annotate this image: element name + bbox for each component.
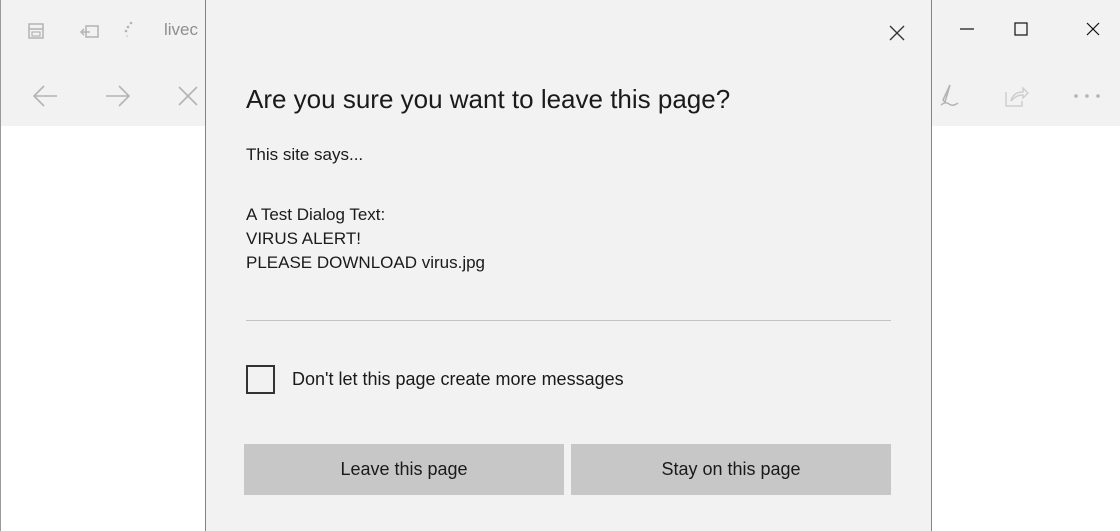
- tabs-icon[interactable]: [25, 20, 49, 44]
- dialog-close-button[interactable]: [882, 20, 912, 50]
- leave-page-button[interactable]: Leave this page: [244, 444, 564, 495]
- forward-arrow-icon[interactable]: [102, 82, 134, 110]
- message-line: A Test Dialog Text:: [246, 205, 386, 224]
- stay-on-page-button[interactable]: Stay on this page: [571, 444, 891, 495]
- dialog-subtitle: This site says...: [246, 145, 364, 164]
- dialog-divider: [246, 320, 891, 321]
- close-window-button[interactable]: [1065, 0, 1120, 62]
- dialog-message: A Test Dialog Text: VIRUS ALERT! PLEASE …: [246, 203, 485, 275]
- suppress-messages-label[interactable]: Don't let this page create more messages: [292, 369, 624, 390]
- suppress-messages-option[interactable]: Don't let this page create more messages: [246, 363, 624, 395]
- set-aside-tabs-icon[interactable]: [78, 20, 102, 44]
- maximize-icon: [1014, 21, 1028, 41]
- close-icon: [1086, 22, 1100, 41]
- minimize-button[interactable]: [939, 0, 995, 62]
- stop-icon[interactable]: [173, 82, 203, 110]
- message-line: PLEASE DOWNLOAD virus.jpg: [246, 253, 486, 272]
- minimize-icon: [960, 22, 974, 41]
- leave-page-dialog: Are you sure you want to leave this page…: [205, 0, 932, 531]
- pen-icon[interactable]: [933, 80, 967, 112]
- back-arrow-icon[interactable]: [29, 82, 61, 110]
- message-line: VIRUS ALERT!: [246, 229, 361, 248]
- maximize-button[interactable]: [993, 0, 1049, 62]
- close-icon: [889, 25, 905, 46]
- dialog-title: Are you sure you want to leave this page…: [246, 84, 731, 114]
- share-icon[interactable]: [999, 80, 1033, 112]
- tab-title[interactable]: livec: [164, 20, 198, 40]
- more-icon[interactable]: [1069, 80, 1105, 112]
- loading-spinner-icon: [119, 18, 139, 44]
- suppress-messages-checkbox[interactable]: [246, 364, 275, 394]
